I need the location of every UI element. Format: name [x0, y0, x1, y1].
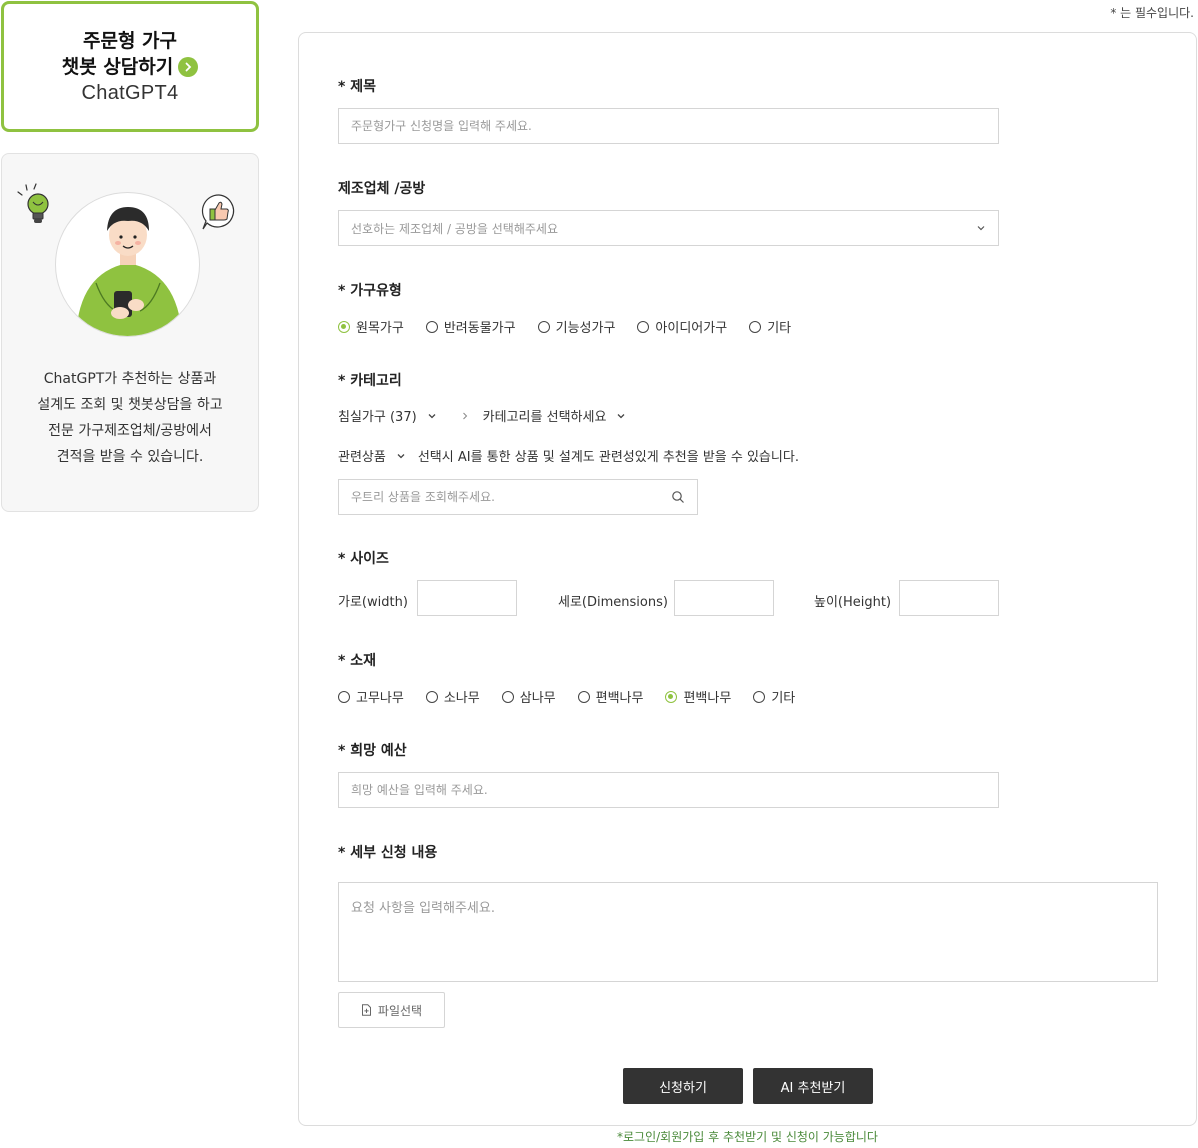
thumbs-up-icon — [201, 194, 235, 230]
ai-recommend-button[interactable]: AI 추천받기 — [753, 1068, 873, 1104]
radio-dot[interactable] — [637, 320, 650, 333]
chat-model-name: ChatGPT4 — [81, 81, 179, 104]
chevron-right-icon — [461, 412, 469, 420]
material-option-cypress-2[interactable]: 편백나무 — [665, 687, 731, 706]
intro-line: 설계도 조회 및 챗봇상담을 하고 — [37, 397, 223, 413]
radio-label: 삼나무 — [519, 691, 556, 706]
type-label: * 가구유형 — [338, 283, 402, 299]
related-label: 관련상품 — [338, 450, 386, 465]
type-option-wood[interactable]: 원목가구 — [338, 317, 404, 336]
chatbot-consult-card[interactable]: 주문형 가구 챗봇 상담하기 ChatGPT4 — [1, 1, 259, 132]
category-primary-select[interactable]: 침실가구 (37) — [338, 406, 437, 425]
avatar — [55, 192, 200, 337]
type-option-pet[interactable]: 반려동물가구 — [425, 317, 516, 336]
radio-label: 원목가구 — [356, 321, 404, 336]
chevron-down-icon — [428, 413, 436, 418]
width-input[interactable] — [417, 580, 517, 616]
radio-label: 아이디어가구 — [655, 321, 728, 336]
chevron-down-icon — [617, 413, 625, 418]
radio-label: 기능성가구 — [555, 321, 616, 336]
maker-label: 제조업체 /공방 — [338, 181, 426, 197]
related-hint: 선택시 AI를 통한 상품 및 설계도 관련성있게 추천을 받을 수 있습니다. — [417, 450, 799, 465]
radio-label: 기타 — [767, 321, 792, 336]
detail-textarea[interactable] — [338, 882, 1158, 982]
radio-label: 반려동물가구 — [443, 321, 516, 336]
file-select-button[interactable]: 파일선택 — [338, 992, 445, 1028]
chat-title-line2: 챗봇 상담하기 — [61, 55, 174, 78]
intro-card: ChatGPT가 추천하는 상품과 설계도 조회 및 챗봇상담을 하고 전문 가… — [1, 153, 259, 512]
category-row: 침실가구 (37) 카테고리를 선택하세요 — [338, 406, 626, 425]
category-secondary-value: 카테고리를 선택하세요 — [482, 410, 607, 425]
height-label: 높이(Height) — [814, 595, 892, 610]
search-icon[interactable] — [671, 490, 685, 504]
height-input[interactable] — [899, 580, 999, 616]
size-label: * 사이즈 — [338, 551, 389, 567]
budget-input[interactable] — [338, 772, 999, 808]
radio-dot[interactable] — [425, 320, 438, 333]
material-option-cedar[interactable]: 삼나무 — [501, 687, 556, 706]
intro-text: ChatGPT가 추천하는 상품과 설계도 조회 및 챗봇상담을 하고 전문 가… — [2, 366, 258, 470]
radio-label: 편백나무 — [683, 691, 732, 706]
material-option-cypress-1[interactable]: 편백나무 — [577, 687, 644, 706]
type-radio-group: 원목가구 반려동물가구 기능성가구 아이디어가구 기타 — [338, 317, 813, 336]
radio-dot[interactable] — [749, 320, 762, 333]
intro-line: 전문 가구제조업체/공방에서 — [48, 423, 212, 439]
title-label: * 제목 — [338, 79, 376, 95]
chevron-right-icon[interactable] — [178, 56, 199, 77]
file-add-icon — [361, 1004, 371, 1016]
type-option-idea[interactable]: 아이디어가구 — [637, 317, 727, 336]
lightbulb-icon — [17, 183, 49, 223]
width-label: 가로(width) — [338, 595, 408, 610]
chat-title-line2-wrap: 챗봇 상담하기 — [62, 54, 199, 80]
budget-label: * 희망 예산 — [338, 743, 407, 759]
radio-dot[interactable] — [753, 690, 766, 703]
login-note: *로그인/회원가입 후 추천받기 및 신청이 가능합니다 — [617, 1130, 878, 1144]
title-input[interactable] — [338, 108, 999, 144]
radio-label: 소나무 — [443, 691, 480, 706]
radio-label: 편백나무 — [595, 691, 644, 706]
file-select-label: 파일선택 — [377, 1003, 423, 1018]
radio-dot[interactable] — [338, 320, 350, 333]
radio-dot[interactable] — [665, 690, 678, 703]
dimensions-input[interactable] — [674, 580, 774, 616]
material-radio-group: 고무나무 소나무 삼나무 편백나무 편백나무 기타 — [338, 687, 817, 706]
radio-dot[interactable] — [537, 320, 550, 333]
chat-title-line1: 주문형 가구 — [82, 29, 177, 52]
category-primary-value: 침실가구 (37) — [338, 410, 417, 425]
related-row: 관련상품 선택시 AI를 통한 상품 및 설계도 관련성있게 추천을 받을 수 … — [338, 446, 799, 465]
submit-button[interactable]: 신청하기 — [623, 1068, 743, 1104]
maker-select[interactable]: 선호하는 제조업체 / 공방을 선택해주세요 — [338, 210, 999, 246]
dimensions-label: 세로(Dimensions) — [558, 595, 668, 610]
chevron-down-icon — [977, 226, 985, 231]
intro-line: ChatGPT가 추천하는 상품과 — [43, 371, 217, 387]
type-option-functional[interactable]: 기능성가구 — [537, 317, 616, 336]
radio-label: 고무나무 — [356, 691, 404, 706]
type-option-etc[interactable]: 기타 — [749, 317, 791, 336]
product-search — [338, 479, 698, 515]
radio-label: 기타 — [771, 691, 796, 706]
request-form: * 제목 제조업체 /공방 선호하는 제조업체 / 공방을 선택해주세요 * 가… — [298, 32, 1197, 1126]
product-search-input[interactable] — [339, 480, 671, 514]
radio-dot[interactable] — [338, 690, 350, 703]
chevron-down-icon — [397, 453, 405, 458]
intro-line: 견적을 받을 수 있습니다. — [56, 449, 204, 465]
related-select[interactable]: 관련상품 — [338, 446, 406, 465]
required-note: * 는 필수입니다. — [1110, 6, 1194, 20]
radio-dot[interactable] — [577, 690, 590, 703]
maker-select-value: 선호하는 제조업체 / 공방을 선택해주세요 — [351, 221, 558, 236]
category-secondary-select[interactable]: 카테고리를 선택하세요 — [483, 406, 627, 425]
detail-label: * 세부 신청 내용 — [338, 845, 438, 861]
material-label: * 소재 — [338, 653, 376, 669]
radio-dot[interactable] — [425, 690, 438, 703]
category-label: * 카테고리 — [338, 373, 402, 389]
material-option-etc[interactable]: 기타 — [753, 687, 795, 706]
material-option-pine[interactable]: 소나무 — [425, 687, 480, 706]
material-option-rubberwood[interactable]: 고무나무 — [338, 687, 404, 706]
radio-dot[interactable] — [501, 690, 514, 703]
